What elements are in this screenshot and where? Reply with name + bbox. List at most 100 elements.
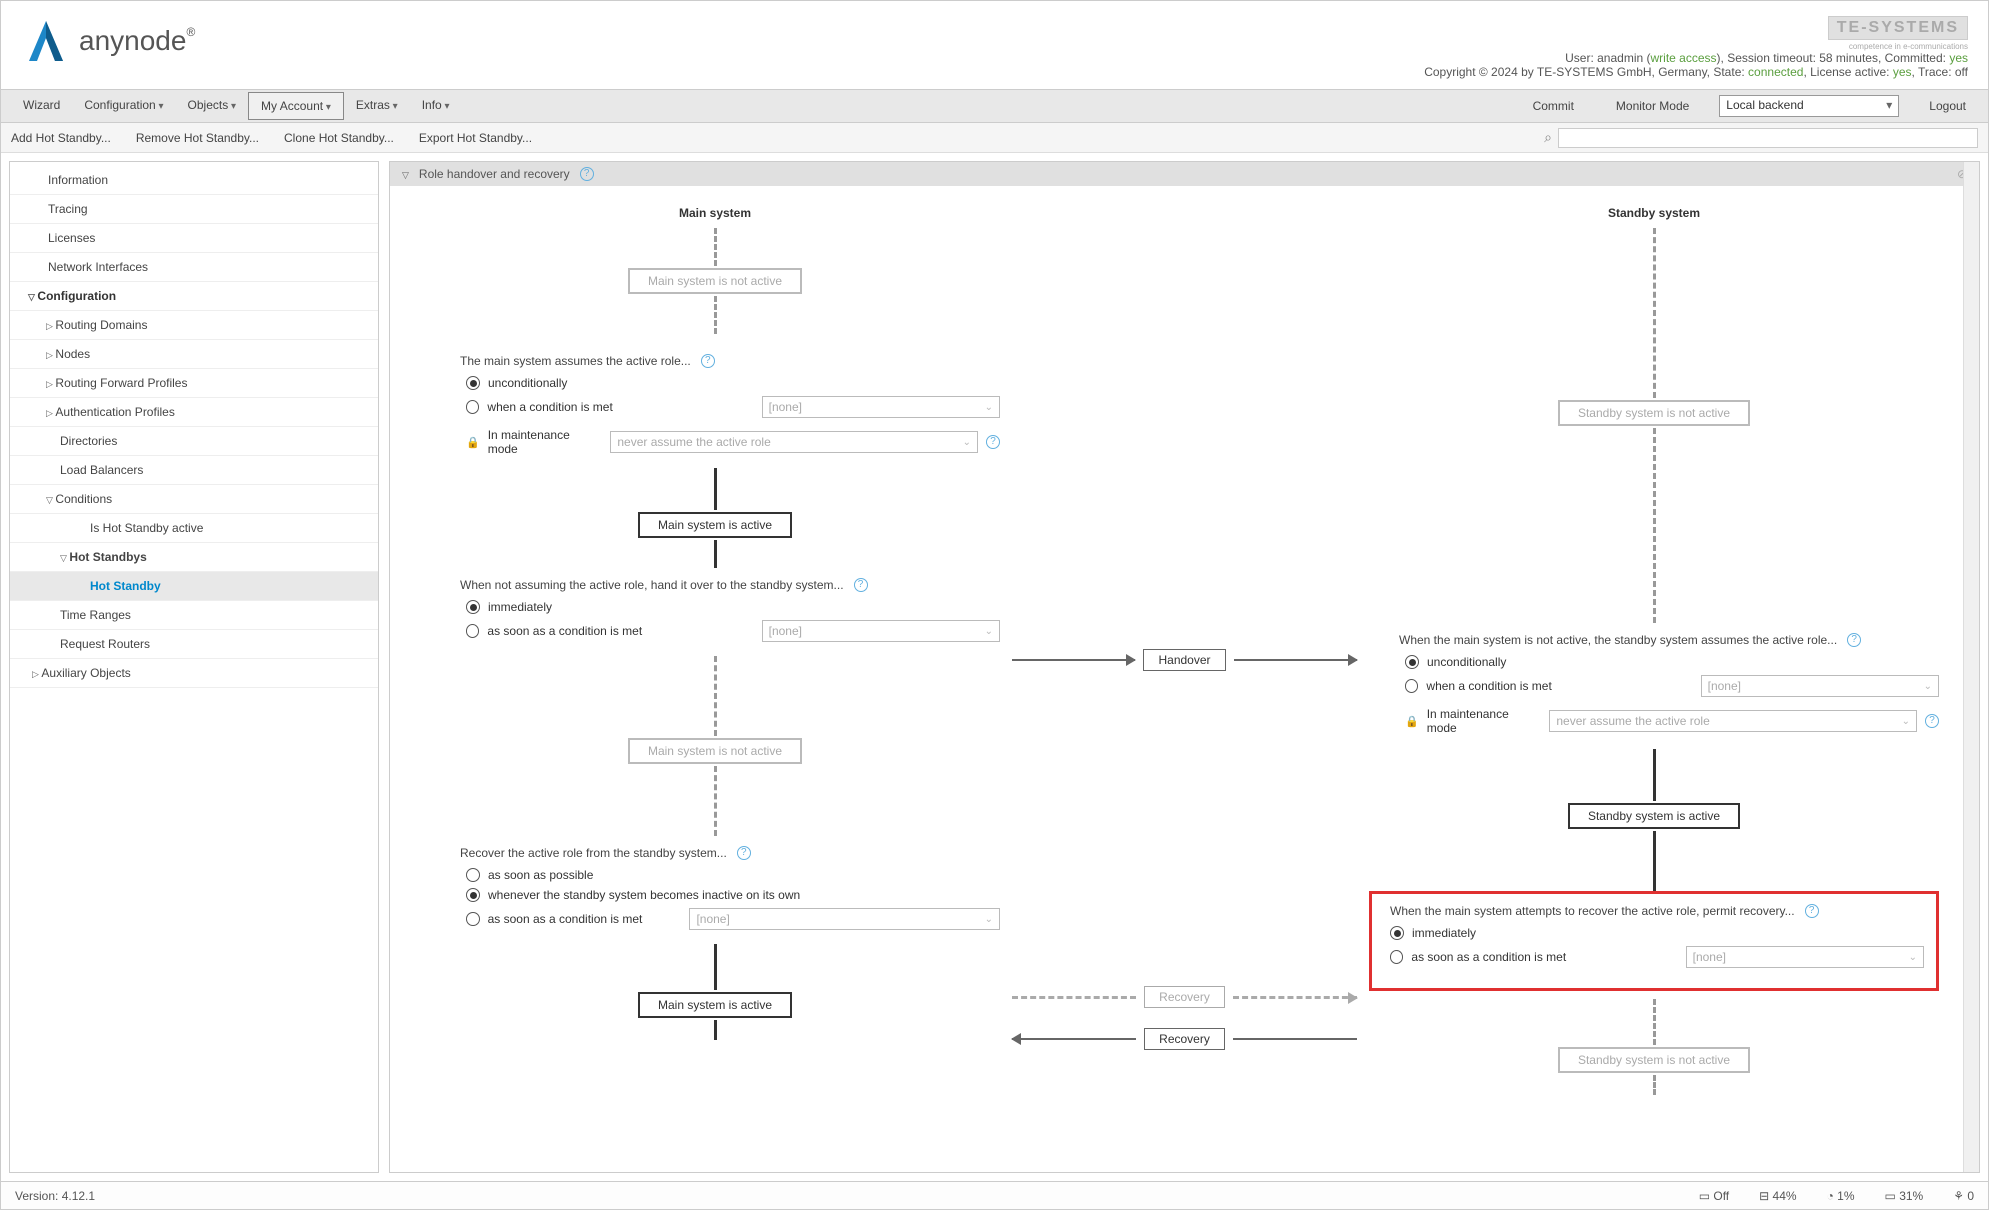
nav-network-interfaces[interactable]: Network Interfaces: [10, 253, 378, 282]
copyright-line: Copyright © 2024 by TE-SYSTEMS GmbH, Ger…: [1424, 65, 1968, 79]
backend-select[interactable]: Local backend ▾: [1719, 95, 1899, 117]
footer: Version: 4.12.1 ▭ Off ⊟ 44% ◔ 1% ▭ 31% ⚘…: [1, 1181, 1988, 1209]
state-main-active-2: Main system is active: [638, 992, 792, 1018]
menu-objects[interactable]: Objects: [176, 92, 249, 120]
radio-as-soon-condition-recover[interactable]: [466, 912, 480, 926]
dd-maintenance-standby[interactable]: never assume the active role: [1549, 710, 1917, 732]
state-main-not-active-1: Main system is not active: [628, 268, 802, 294]
standby-assumes-text: When the main system is not active, the …: [1399, 633, 1861, 647]
nav-information[interactable]: Information: [10, 166, 378, 195]
help-icon[interactable]: ?: [1847, 633, 1861, 647]
radio-immediately-standby[interactable]: [1390, 926, 1404, 940]
nav-routing-forward-profiles[interactable]: Routing Forward Profiles: [10, 369, 378, 398]
nav-time-ranges[interactable]: Time Ranges: [10, 601, 378, 630]
standby-system-header: Standby system: [1369, 206, 1939, 228]
recover-text: Recover the active role from the standby…: [460, 846, 751, 860]
radio-unconditionally-standby[interactable]: [1405, 655, 1419, 669]
help-icon[interactable]: ?: [986, 435, 1000, 449]
stat-cpu: ◔ 1%: [1827, 1189, 1855, 1203]
tesystems-logo: TE-SYSTEMS: [1828, 16, 1968, 40]
logo-area: anynode®: [21, 16, 195, 66]
toolbar-clone[interactable]: Clone Hot Standby...: [284, 131, 394, 145]
sidebar: Information Tracing Licenses Network Int…: [9, 161, 379, 1173]
toolbar-add[interactable]: Add Hot Standby...: [11, 131, 111, 145]
section-header[interactable]: Role handover and recovery ? ⊘: [390, 162, 1979, 186]
section-title: Role handover and recovery: [419, 167, 570, 181]
main-system-header: Main system: [430, 206, 1000, 228]
radio-as-soon-possible[interactable]: [466, 868, 480, 882]
content-pane: Role handover and recovery ? ⊘ Main syst…: [389, 161, 1980, 1173]
dd-as-soon-condition-main[interactable]: [none]: [762, 620, 1000, 642]
nav-is-hot-standby-active[interactable]: Is Hot Standby active: [10, 514, 378, 543]
help-icon[interactable]: ?: [580, 167, 594, 181]
help-icon[interactable]: ?: [854, 578, 868, 592]
nav-load-balancers[interactable]: Load Balancers: [10, 456, 378, 485]
menubar: Wizard Configuration Objects My Account …: [1, 89, 1988, 123]
state-main-not-active-2: Main system is not active: [628, 738, 802, 764]
assumes-role-text: The main system assumes the active role.…: [460, 354, 715, 368]
search-icon[interactable]: ⌕: [1544, 129, 1552, 146]
radio-immediately-main[interactable]: [466, 600, 480, 614]
search-input[interactable]: [1558, 128, 1978, 148]
dd-as-soon-condition-standby[interactable]: [none]: [1686, 946, 1924, 968]
recovery-label: Recovery: [1144, 1028, 1225, 1050]
nav-directories[interactable]: Directories: [10, 427, 378, 456]
scrollbar[interactable]: [1963, 162, 1979, 1172]
radio-whenever-inactive[interactable]: [466, 888, 480, 902]
nav-authentication-profiles[interactable]: Authentication Profiles: [10, 398, 378, 427]
stat-off: ▭ Off: [1699, 1189, 1729, 1203]
menu-configuration[interactable]: Configuration: [72, 92, 175, 120]
brand-name: anynode®: [79, 25, 195, 57]
help-icon[interactable]: ?: [1805, 904, 1819, 918]
help-icon[interactable]: ?: [737, 846, 751, 860]
dd-maintenance-main[interactable]: never assume the active role: [610, 431, 978, 453]
permit-recovery-highlight: When the main system attempts to recover…: [1369, 891, 1939, 991]
menu-monitor-mode[interactable]: Monitor Mode: [1604, 93, 1701, 119]
header-right: TE-SYSTEMS competence in e-communication…: [1424, 16, 1968, 79]
menu-info[interactable]: Info: [410, 92, 462, 120]
radio-as-soon-condition-standby[interactable]: [1390, 950, 1403, 964]
help-icon[interactable]: ?: [1925, 714, 1939, 728]
dd-as-soon-condition-recover[interactable]: [none]: [689, 908, 1000, 930]
state-standby-active: Standby system is active: [1568, 803, 1740, 829]
nav-request-routers[interactable]: Request Routers: [10, 630, 378, 659]
nav-licenses[interactable]: Licenses: [10, 224, 378, 253]
toolbar-remove[interactable]: Remove Hot Standby...: [136, 131, 259, 145]
tesystems-sub: competence in e-communications: [1424, 42, 1968, 51]
stat-mem: ▭ 31%: [1885, 1189, 1924, 1203]
nav-hot-standby[interactable]: Hot Standby: [10, 572, 378, 601]
dd-when-condition-standby[interactable]: [none]: [1701, 675, 1939, 697]
menu-wizard[interactable]: Wizard: [11, 92, 72, 120]
handover-label: Handover: [1143, 649, 1225, 671]
toolbar-export[interactable]: Export Hot Standby...: [419, 131, 532, 145]
menu-commit[interactable]: Commit: [1521, 93, 1586, 119]
toolbar: Add Hot Standby... Remove Hot Standby...…: [1, 123, 1988, 153]
diagram-area: Main system Standby system Main system i…: [390, 186, 1979, 1172]
user-line: User: anadmin (write access), Session ti…: [1424, 51, 1968, 65]
arrow-column: Handover Recovery Recovery: [1000, 228, 1369, 1095]
nav-hot-standbys[interactable]: Hot Standbys: [10, 543, 378, 572]
dd-when-condition-main[interactable]: [none]: [762, 396, 1000, 418]
not-assuming-text: When not assuming the active role, hand …: [460, 578, 868, 592]
state-main-active-1: Main system is active: [638, 512, 792, 538]
help-icon[interactable]: ?: [701, 354, 715, 368]
radio-as-soon-condition-main[interactable]: [466, 624, 479, 638]
stat-users: ⚘ 0: [1953, 1189, 1974, 1203]
nav-conditions[interactable]: Conditions: [10, 485, 378, 514]
stat-disk: ⊟ 44%: [1759, 1189, 1796, 1203]
radio-unconditionally-main[interactable]: [466, 376, 480, 390]
version-label: Version: 4.12.1: [15, 1189, 95, 1203]
menu-my-account[interactable]: My Account: [248, 92, 344, 120]
radio-when-condition-main[interactable]: [466, 400, 479, 414]
radio-when-condition-standby[interactable]: [1405, 679, 1418, 693]
nav-tracing[interactable]: Tracing: [10, 195, 378, 224]
menu-logout[interactable]: Logout: [1917, 93, 1978, 119]
nav-configuration[interactable]: Configuration: [10, 282, 378, 311]
nav-routing-domains[interactable]: Routing Domains: [10, 311, 378, 340]
nav-nodes[interactable]: Nodes: [10, 340, 378, 369]
logo-icon: [21, 16, 71, 66]
menu-extras[interactable]: Extras: [344, 92, 410, 120]
main-area: Information Tracing Licenses Network Int…: [1, 153, 1988, 1181]
lock-icon: [466, 435, 480, 449]
nav-auxiliary-objects[interactable]: Auxiliary Objects: [10, 659, 378, 688]
